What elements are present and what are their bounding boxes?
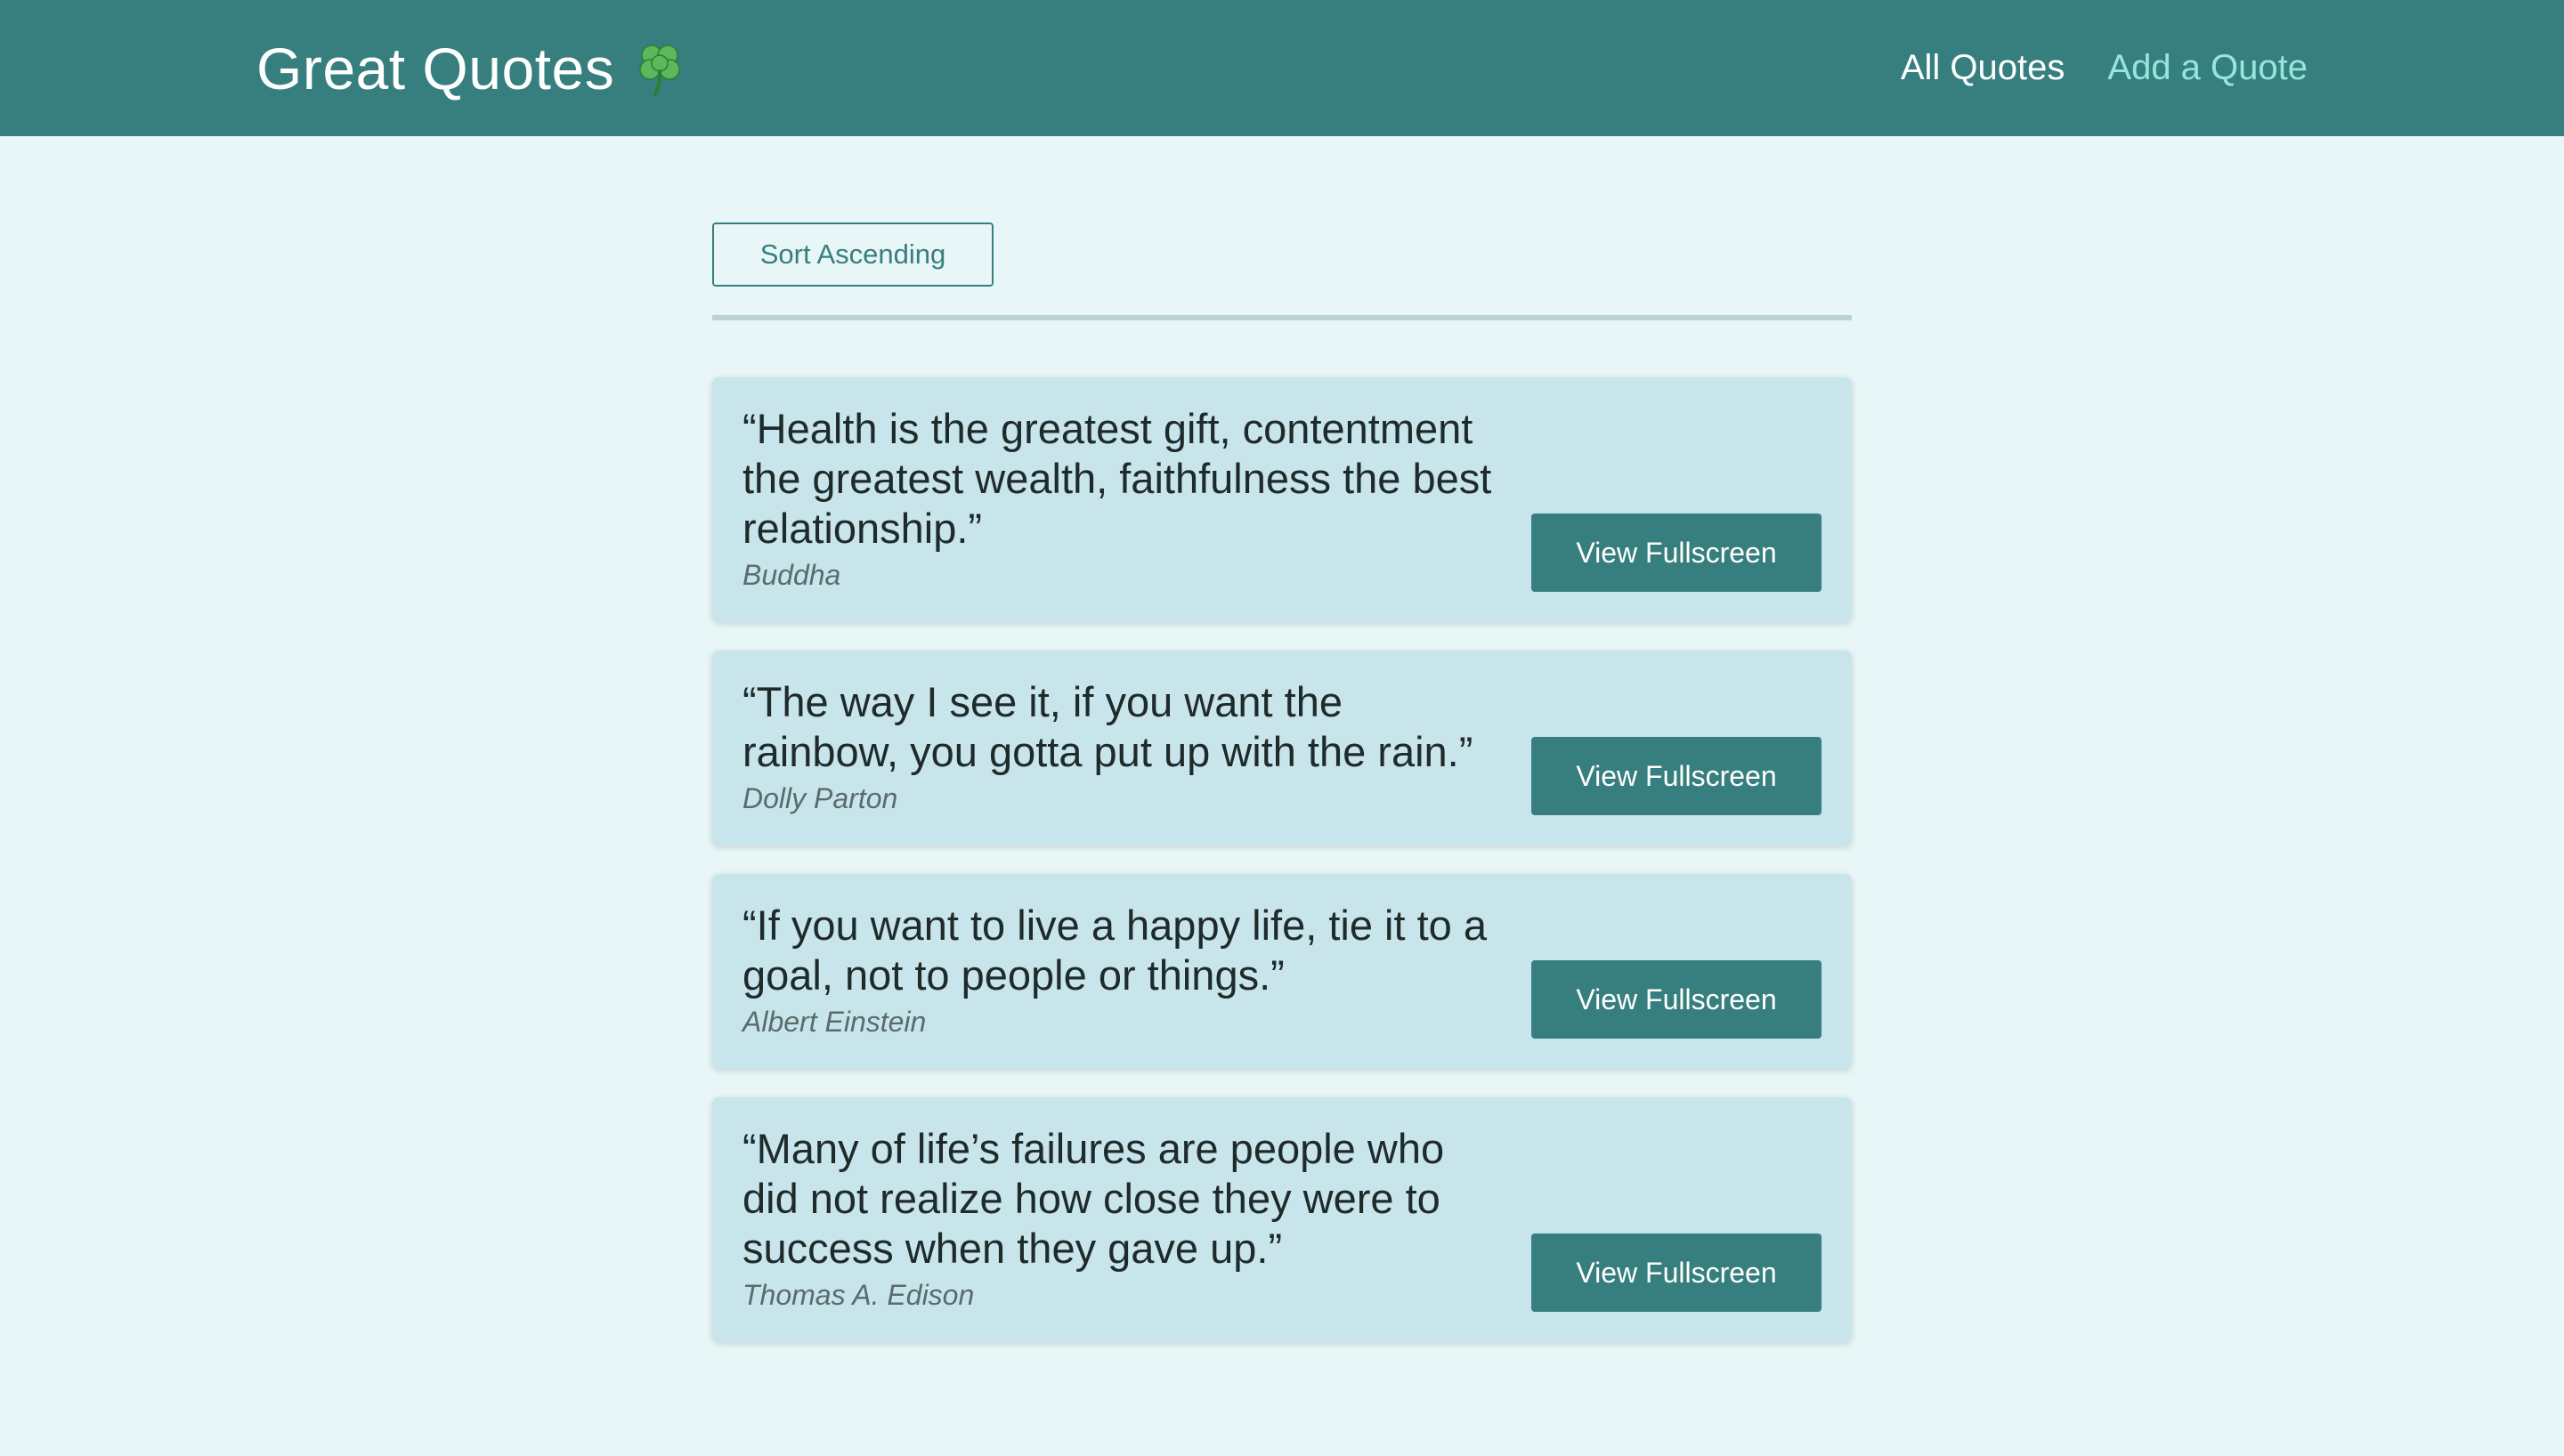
divider: [712, 315, 1852, 320]
quote-card: “Health is the greatest gift, contentmen…: [712, 377, 1852, 622]
quote-text: “Health is the greatest gift, contentmen…: [742, 405, 1492, 552]
view-fullscreen-button[interactable]: View Fullscreen: [1531, 1234, 1822, 1312]
nav-all-quotes[interactable]: All Quotes: [1901, 48, 2065, 88]
quote-card: “The way I see it, if you want the rainb…: [712, 651, 1852, 845]
logo[interactable]: Great Quotes: [256, 0, 689, 136]
quote-author: Buddha: [742, 559, 841, 591]
quote-author: Thomas A. Edison: [742, 1279, 975, 1311]
quote-text: “Many of life’s failures are people who …: [742, 1125, 1445, 1272]
quote-author: Dolly Parton: [742, 782, 898, 814]
main-content: Sort Ascending “Health is the greatest g…: [712, 222, 1852, 1371]
nav-add-quote[interactable]: Add a Quote: [2107, 48, 2308, 88]
site-title: Great Quotes: [256, 35, 615, 101]
quote-content: “The way I see it, if you want the rainb…: [742, 677, 1508, 815]
view-fullscreen-button[interactable]: View Fullscreen: [1531, 960, 1822, 1039]
quote-list: “Health is the greatest gift, contentmen…: [712, 377, 1852, 1342]
quote-content: “Health is the greatest gift, contentmen…: [742, 404, 1508, 592]
main-nav: All Quotes Add a Quote: [1901, 0, 2308, 136]
view-fullscreen-button[interactable]: View Fullscreen: [1531, 514, 1822, 592]
site-header: Great Quotes All Quotes Add a Quote: [0, 0, 2564, 136]
quote-card: “If you want to live a happy life, tie i…: [712, 874, 1852, 1069]
view-fullscreen-button[interactable]: View Fullscreen: [1531, 737, 1822, 815]
quote-content: “Many of life’s failures are people who …: [742, 1124, 1508, 1312]
quote-text: “If you want to live a happy life, tie i…: [742, 902, 1487, 999]
quote-author: Albert Einstein: [742, 1006, 927, 1038]
quote-text: “The way I see it, if you want the rainb…: [742, 678, 1473, 775]
quote-content: “If you want to live a happy life, tie i…: [742, 901, 1508, 1039]
quote-card: “Many of life’s failures are people who …: [712, 1097, 1852, 1342]
shamrock-icon: [630, 39, 689, 98]
sort-button[interactable]: Sort Ascending: [712, 222, 994, 287]
